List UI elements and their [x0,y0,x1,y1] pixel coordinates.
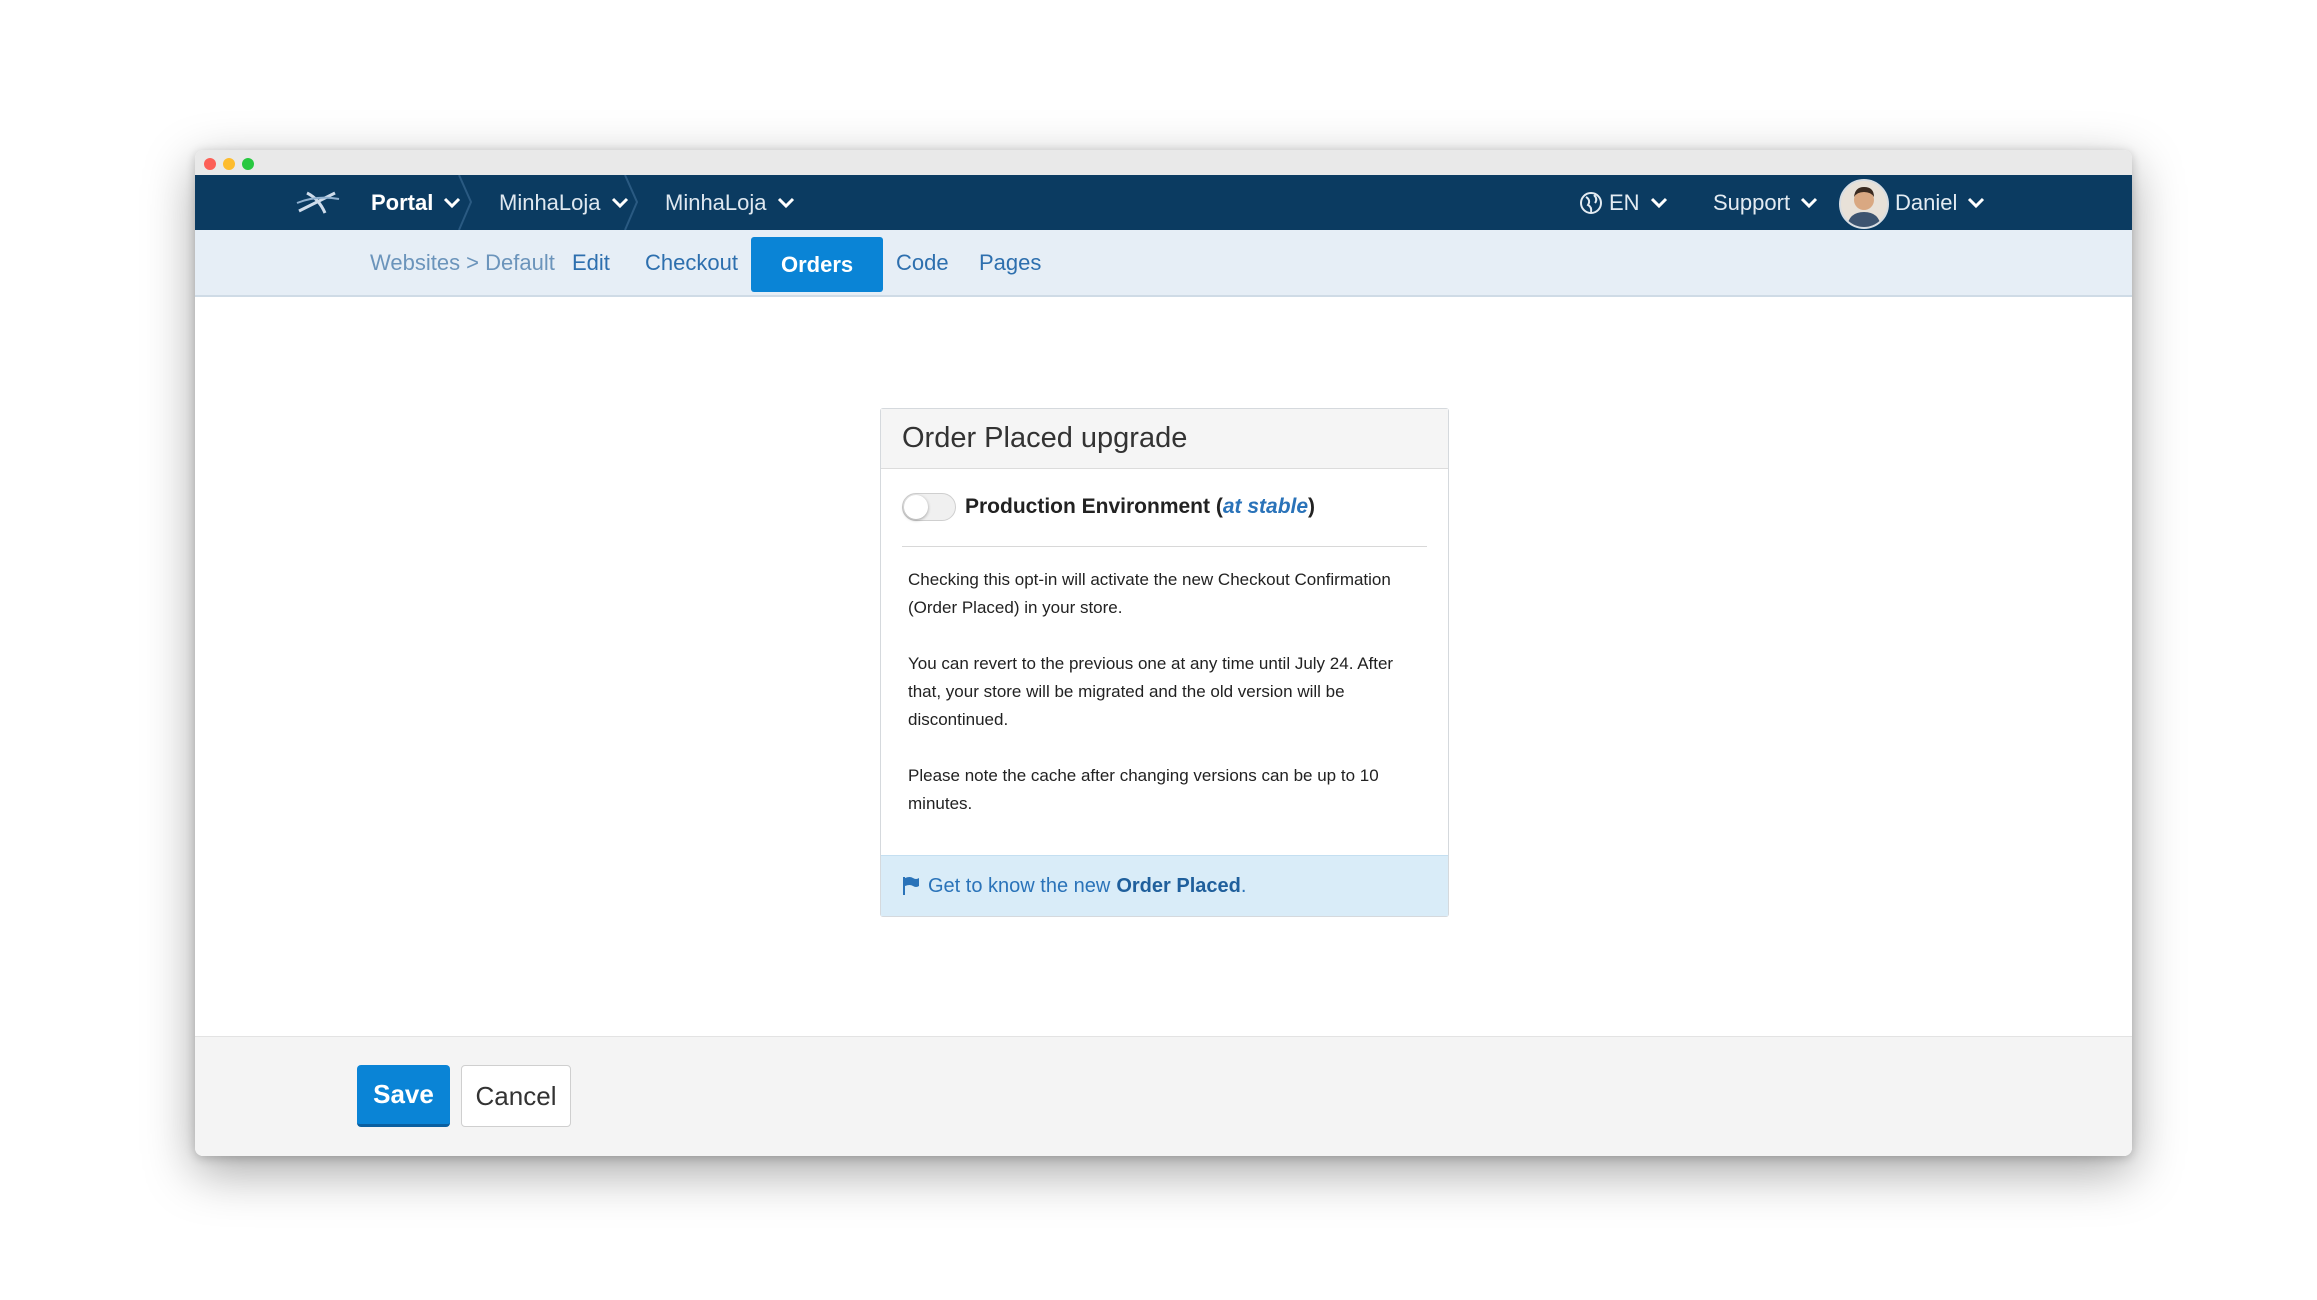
user-menu[interactable]: Daniel [1895,175,1985,230]
logo-icon[interactable] [295,185,341,219]
maximize-window-button[interactable] [242,158,254,170]
chevron-down-icon [1650,197,1668,209]
flag-icon [902,876,920,896]
footer-text: Get to know the new [928,874,1111,897]
save-button[interactable]: Save [357,1065,450,1127]
upgrade-panel: Order Placed upgrade Production Environm… [880,408,1449,917]
avatar[interactable] [1839,179,1889,229]
panel-footer: Get to know the new Order Placed . [881,855,1448,916]
toggle-knob [904,495,928,519]
breadcrumb-site-label: MinhaLoja [665,189,767,215]
breadcrumb-portal[interactable]: Portal [371,175,461,230]
description-paragraph: Please note the cache after changing ver… [908,766,1379,813]
support-label: Support [1713,189,1791,215]
order-placed-info-link[interactable]: Get to know the new Order Placed . [902,856,1246,916]
footer-suffix: . [1240,874,1247,897]
support-menu[interactable]: Support [1713,175,1818,230]
app-window: Portal MinhaLoja MinhaLoja EN Support Da… [195,150,2132,1156]
tab-pages[interactable]: Pages [979,230,1041,295]
chevron-down-icon [1800,197,1818,209]
chevron-down-icon [777,197,795,209]
tab-orders[interactable]: Orders [751,237,884,292]
panel-title: Order Placed upgrade [902,422,1188,454]
language-selector[interactable]: EN [1579,175,1668,230]
window-titlebar [195,150,2132,175]
open-paren: ( [1210,495,1223,518]
breadcrumb-websites-default[interactable]: Websites > Default [370,230,555,295]
close-paren: ) [1308,495,1316,518]
environment-state: at stable [1222,495,1309,518]
breadcrumb-store-label: MinhaLoja [499,189,601,215]
breadcrumb-store[interactable]: MinhaLoja [499,175,629,230]
breadcrumb-separator-icon [458,175,473,230]
divider [902,546,1427,547]
breadcrumb-portal-label: Portal [371,189,434,215]
tab-code[interactable]: Code [896,230,949,295]
environment-name: Production Environment [965,495,1211,518]
language-label: EN [1609,189,1640,215]
description-paragraph: You can revert to the previous one at an… [908,654,1394,729]
panel-header: Order Placed upgrade [881,409,1448,469]
sub-navigation: Websites > Default Edit Checkout Orders … [195,230,2132,297]
production-environment-toggle[interactable] [902,493,956,521]
breadcrumb-site[interactable]: MinhaLoja [665,175,795,230]
globe-icon [1579,191,1603,215]
chevron-down-icon [1967,197,1985,209]
tab-checkout[interactable]: Checkout [645,230,738,295]
description-paragraph: Checking this opt-in will activate the n… [908,570,1391,617]
action-bar: Save Cancel [195,1036,2132,1156]
top-navigation: Portal MinhaLoja MinhaLoja EN Support Da… [195,175,2132,230]
order-placed-link[interactable]: Order Placed [1116,875,1241,898]
cancel-button[interactable]: Cancel [461,1065,571,1127]
close-window-button[interactable] [204,158,216,170]
breadcrumb-separator-icon [624,175,639,230]
production-environment-label: Production Environment ( at stable ) [965,489,1315,525]
tab-edit[interactable]: Edit [572,230,610,295]
minimize-window-button[interactable] [223,158,235,170]
user-name: Daniel [1895,189,1958,215]
